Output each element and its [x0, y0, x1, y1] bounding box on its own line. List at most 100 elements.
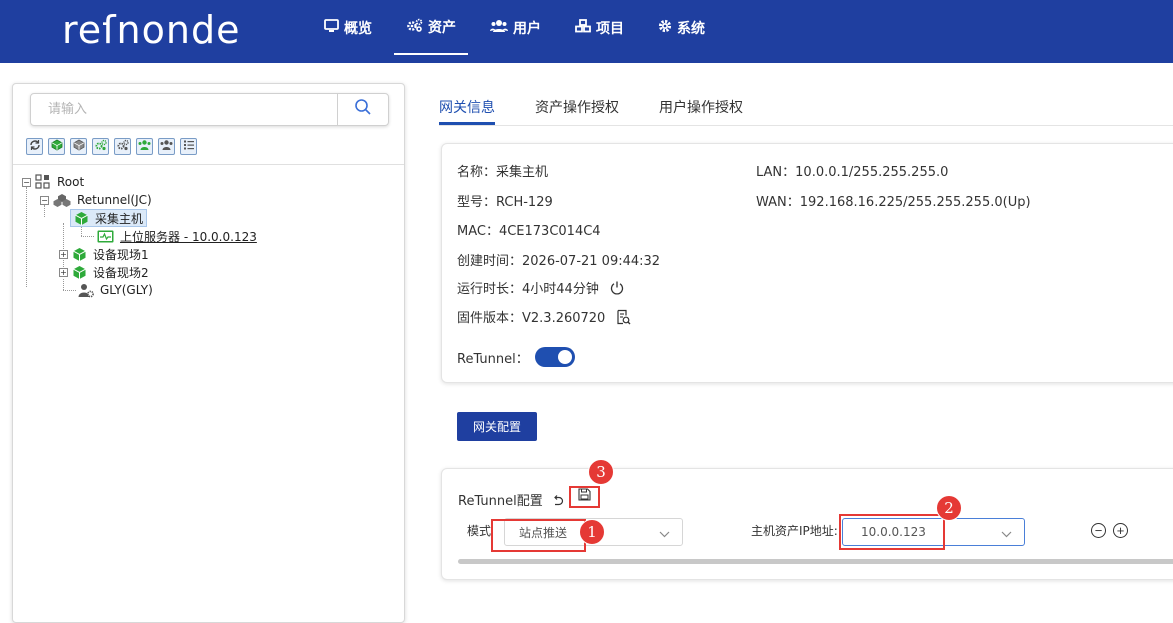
expand-icon[interactable]: +: [59, 249, 68, 259]
retunnel-toggle[interactable]: [534, 347, 575, 367]
collapse-icon[interactable]: −: [22, 177, 31, 187]
refresh-button[interactable]: [26, 138, 43, 155]
annotation-badge-3: 3: [588, 459, 614, 485]
settings-icon: [117, 138, 129, 156]
asset-tree-panel: − Root − Retunnel(JC) 采集主机 上位服务器 - 10.0.…: [12, 83, 405, 623]
active-tab-indicator: [439, 122, 495, 125]
tree-node-root[interactable]: − Root: [22, 173, 84, 191]
gateway-lan: LAN：10.0.0.1/255.255.255.0: [756, 165, 949, 180]
gateway-mac: MAC：4CE173C014C4: [457, 224, 601, 239]
nav-label: 概览: [344, 20, 372, 37]
gateway-name: 名称：采集主机: [457, 165, 549, 180]
tree-node-label: 设备现场2: [93, 265, 149, 280]
nav-label: 系统: [677, 20, 705, 37]
host-ip-label: 主机资产IP地址:: [751, 524, 838, 538]
server-icon: [97, 230, 114, 243]
tree-toolbar: [26, 138, 202, 155]
save-button[interactable]: [569, 486, 600, 508]
tree-node-label: Retunnel(JC): [77, 193, 152, 207]
nav-label: 资产: [428, 19, 456, 36]
gateway-firmware-row: 固件版本：V2.3.260720: [457, 307, 631, 326]
top-navbar: reſnonde 概览 资产 用户 项目 系统: [0, 0, 1173, 63]
list-icon: [183, 138, 195, 156]
search-box: [30, 93, 389, 126]
gateway-icon: [74, 211, 89, 226]
gateway-firmware: 固件版本：V2.3.260720: [457, 311, 606, 326]
nav-system[interactable]: 系统: [646, 0, 717, 55]
power-icon[interactable]: [609, 280, 625, 296]
user-settings-icon: [78, 283, 94, 298]
tree-node-site-1[interactable]: + 设备现场1: [59, 245, 149, 263]
chevron-down-icon: [1001, 527, 1012, 541]
node-button[interactable]: [70, 138, 87, 155]
users-button[interactable]: [158, 138, 175, 155]
tree-node-retunnel[interactable]: − Retunnel(JC): [40, 191, 152, 209]
tree-node-label: GLY(GLY): [100, 283, 153, 297]
horizontal-scrollbar[interactable]: [458, 559, 1173, 564]
add-button[interactable]: +: [1113, 523, 1128, 538]
collapse-icon[interactable]: −: [40, 195, 49, 205]
search-button[interactable]: [337, 94, 388, 125]
users-icon: [490, 19, 513, 37]
tree-line: [81, 236, 94, 237]
nav-label: 用户: [513, 20, 541, 37]
nav-users[interactable]: 用户: [478, 0, 553, 55]
nav-overview[interactable]: 概览: [312, 0, 384, 55]
add-node-icon: [51, 138, 63, 156]
monitor-icon: [324, 18, 344, 37]
gateway-config-button[interactable]: 网关配置: [457, 412, 537, 441]
node-icon: [73, 138, 85, 156]
nav-assets[interactable]: 资产: [394, 0, 468, 55]
add-users-button[interactable]: [136, 138, 153, 155]
tree-node-label: Root: [57, 175, 85, 189]
annotation-box-1: [491, 519, 586, 552]
undo-icon[interactable]: [552, 494, 564, 506]
tree-node-collector-host[interactable]: 采集主机: [70, 209, 148, 227]
retunnel-config-header: ReTunnel配置: [458, 490, 564, 509]
gateway-wan: WAN：192.168.16.225/255.255.255.0(Up): [756, 195, 1031, 210]
retunnel-row: ReTunnel：: [457, 347, 575, 367]
retunnel-config-title: ReTunnel配置: [458, 494, 543, 509]
gateway-uptime: 运行时长：4小时44分钟: [457, 282, 599, 297]
tree-line: [26, 187, 27, 287]
chevron-down-icon: [659, 527, 670, 541]
gateway-created-time: 创建时间：2026-07-21 09:44:32: [457, 254, 661, 269]
tree-node-upper-server[interactable]: 上位服务器 - 10.0.0.123: [97, 227, 257, 245]
tab-asset-authorization[interactable]: 资产操作授权: [535, 97, 619, 117]
tree-node-label: 采集主机: [95, 211, 144, 226]
mode-label: 模式: [467, 524, 492, 538]
list-button[interactable]: [180, 138, 197, 155]
group-settings-button[interactable]: [92, 138, 109, 155]
cubes-icon: [575, 18, 596, 37]
tab-gateway-info[interactable]: 网关信息: [439, 97, 495, 117]
save-icon: [578, 488, 591, 506]
detail-tabs: 网关信息 资产操作授权 用户操作授权: [439, 86, 1173, 126]
retunnel-label: ReTunnel：: [457, 351, 529, 367]
cluster-icon: [53, 193, 71, 207]
search-icon: [354, 98, 372, 121]
retunnel-config-card: ReTunnel配置 模式 站点推送 主机资产IP地址: 10.0.0.123 …: [441, 468, 1173, 580]
gateway-uptime-row: 运行时长：4小时44分钟: [457, 278, 625, 297]
users-add-icon: [138, 138, 151, 156]
tree-node-label: 设备现场1: [93, 247, 149, 262]
tab-user-authorization[interactable]: 用户操作授权: [659, 97, 743, 117]
refresh-icon: [29, 138, 41, 156]
add-node-button[interactable]: [48, 138, 65, 155]
users-icon: [160, 138, 173, 156]
tree-node-gly[interactable]: GLY(GLY): [78, 281, 153, 299]
nav-label: 项目: [596, 20, 624, 37]
tree-line: [81, 226, 82, 236]
remove-button[interactable]: −: [1091, 523, 1106, 538]
settings-button[interactable]: [114, 138, 131, 155]
tree-line: [63, 290, 76, 291]
nav-projects[interactable]: 项目: [563, 0, 636, 55]
gear-icon: [658, 19, 677, 37]
search-input[interactable]: [31, 94, 337, 125]
tree-node-site-2[interactable]: + 设备现场2: [59, 263, 149, 281]
annotation-badge-1: 1: [579, 519, 605, 545]
expand-icon[interactable]: +: [59, 267, 68, 277]
annotation-badge-2: 2: [936, 495, 962, 521]
cogs-icon: [406, 18, 428, 36]
gateway-model: 型号：RCH-129: [457, 195, 553, 210]
firmware-check-icon[interactable]: [615, 309, 631, 325]
